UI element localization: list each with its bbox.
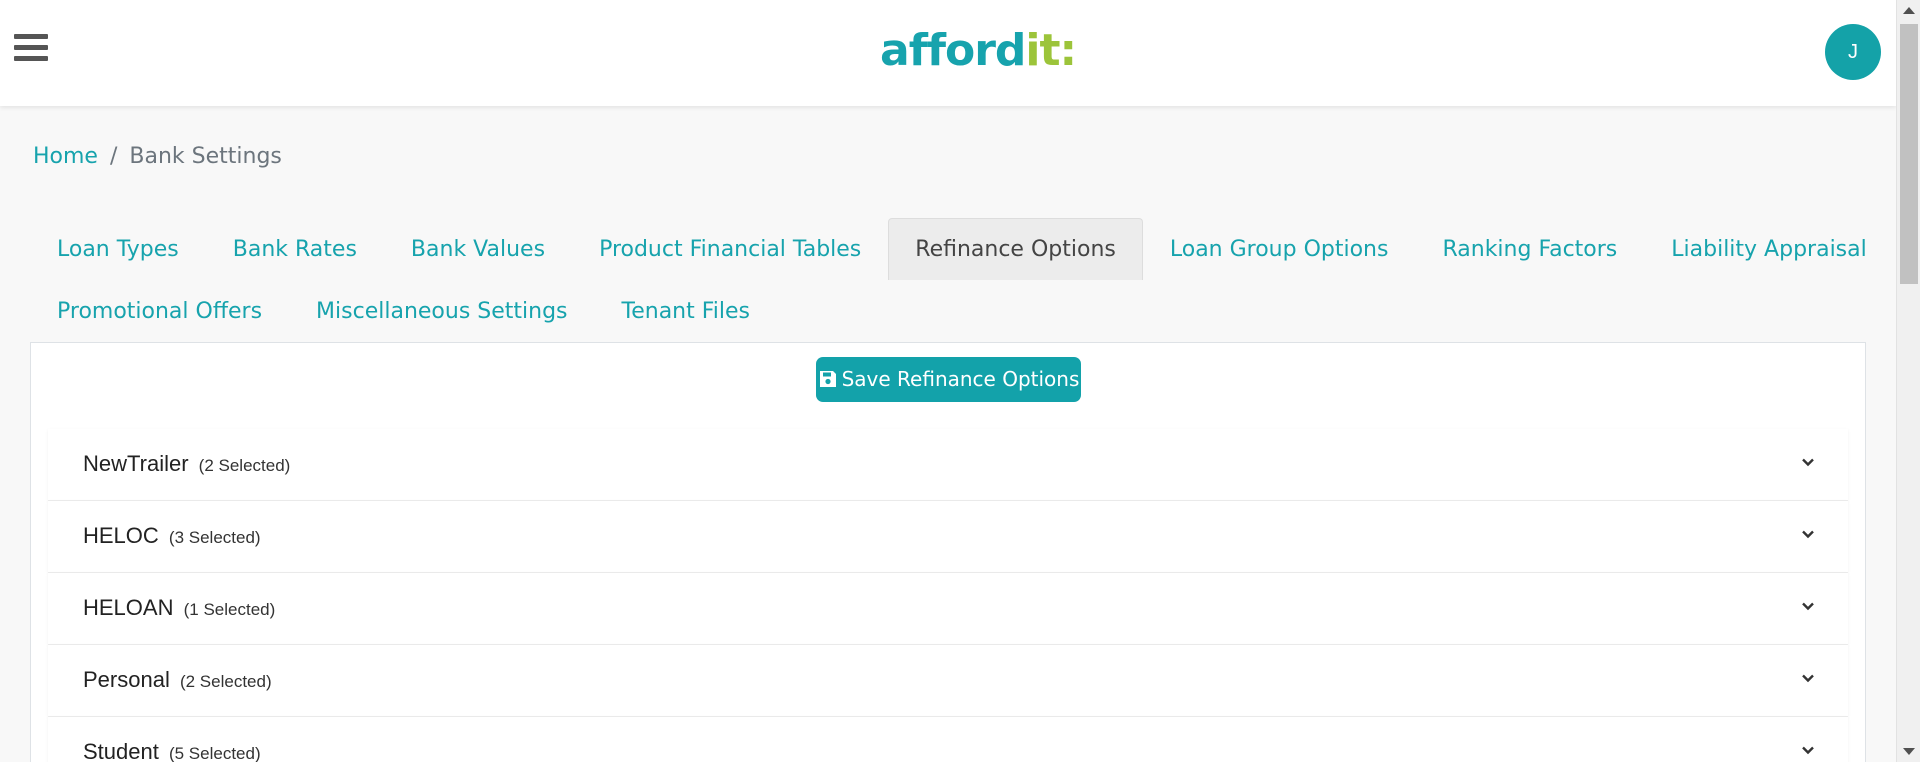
- chevron-down-icon[interactable]: [1801, 527, 1815, 541]
- tab-bank-rates[interactable]: Bank Rates: [206, 218, 384, 280]
- tab-loan-group-options[interactable]: Loan Group Options: [1143, 218, 1416, 280]
- scroll-thumb[interactable]: [1900, 24, 1918, 284]
- breadcrumb-home-link[interactable]: Home: [33, 144, 98, 169]
- tab-bank-values[interactable]: Bank Values: [384, 218, 572, 280]
- page-scrollbar[interactable]: [1896, 0, 1920, 762]
- breadcrumb-separator: /: [109, 144, 118, 169]
- accordion-item-student[interactable]: Student (5 Selected): [48, 717, 1848, 762]
- accordion-title: Personal (2 Selected): [83, 667, 272, 693]
- chevron-down-icon[interactable]: [1801, 743, 1815, 757]
- selected-count: (1 Selected): [183, 600, 276, 619]
- logo-accent-text: it:: [1025, 25, 1077, 76]
- accordion-item-personal[interactable]: Personal (2 Selected): [48, 645, 1848, 717]
- accordion-title: HELOC (3 Selected): [83, 523, 261, 549]
- scroll-up-arrow-icon[interactable]: [1903, 7, 1915, 14]
- accordion-title: Student (5 Selected): [83, 739, 261, 762]
- accordion-item-newtrailer[interactable]: NewTrailer (2 Selected): [48, 429, 1848, 501]
- affordit-logo[interactable]: affordit:: [880, 24, 1077, 78]
- logo-text: afford: [880, 25, 1026, 76]
- accordion-item-heloan[interactable]: HELOAN (1 Selected): [48, 573, 1848, 645]
- tab-promotional-offers[interactable]: Promotional Offers: [30, 280, 289, 342]
- tab-refinance-options[interactable]: Refinance Options: [888, 218, 1143, 280]
- tab-liability-appraisal[interactable]: Liability Appraisal: [1644, 218, 1893, 280]
- save-refinance-options-button[interactable]: Save Refinance Options: [816, 357, 1081, 402]
- settings-tabs: Loan Types Bank Rates Bank Values Produc…: [30, 218, 1867, 342]
- chevron-down-icon[interactable]: [1801, 599, 1815, 613]
- chevron-down-icon[interactable]: [1801, 671, 1815, 685]
- refinance-options-panel: Save Refinance Options NewTrailer (2 Sel…: [30, 342, 1866, 762]
- tab-product-financial-tables[interactable]: Product Financial Tables: [572, 218, 888, 280]
- tab-ranking-factors[interactable]: Ranking Factors: [1415, 218, 1644, 280]
- loan-type-accordion: NewTrailer (2 Selected) HELOC (3 Selecte…: [48, 429, 1848, 762]
- selected-count: (2 Selected): [198, 456, 291, 475]
- loan-type-name: Personal: [83, 667, 170, 692]
- loan-type-name: Student: [83, 739, 159, 762]
- chevron-down-icon[interactable]: [1801, 455, 1815, 469]
- tab-row-2: Promotional Offers Miscellaneous Setting…: [30, 280, 1866, 342]
- accordion-item-heloc[interactable]: HELOC (3 Selected): [48, 501, 1848, 573]
- loan-type-name: HELOAN: [83, 595, 174, 620]
- breadcrumb: Home / Bank Settings: [33, 144, 282, 169]
- tab-loan-types[interactable]: Loan Types: [30, 218, 206, 280]
- hamburger-menu-icon[interactable]: [14, 34, 48, 66]
- tab-row-1: Loan Types Bank Rates Bank Values Produc…: [30, 218, 1867, 280]
- save-button-label: Save Refinance Options: [841, 367, 1080, 391]
- tab-miscellaneous-settings[interactable]: Miscellaneous Settings: [289, 280, 594, 342]
- top-navbar: affordit: J: [0, 0, 1896, 106]
- loan-type-name: HELOC: [83, 523, 159, 548]
- scroll-down-arrow-icon[interactable]: [1903, 748, 1915, 755]
- save-icon: [819, 371, 836, 387]
- selected-count: (2 Selected): [179, 672, 272, 691]
- accordion-title: HELOAN (1 Selected): [83, 595, 275, 621]
- selected-count: (3 Selected): [168, 528, 261, 547]
- loan-type-name: NewTrailer: [83, 451, 189, 476]
- user-avatar[interactable]: J: [1825, 24, 1881, 80]
- breadcrumb-current: Bank Settings: [129, 144, 282, 169]
- tab-tenant-files[interactable]: Tenant Files: [595, 280, 778, 342]
- accordion-title: NewTrailer (2 Selected): [83, 451, 290, 477]
- selected-count: (5 Selected): [168, 744, 261, 762]
